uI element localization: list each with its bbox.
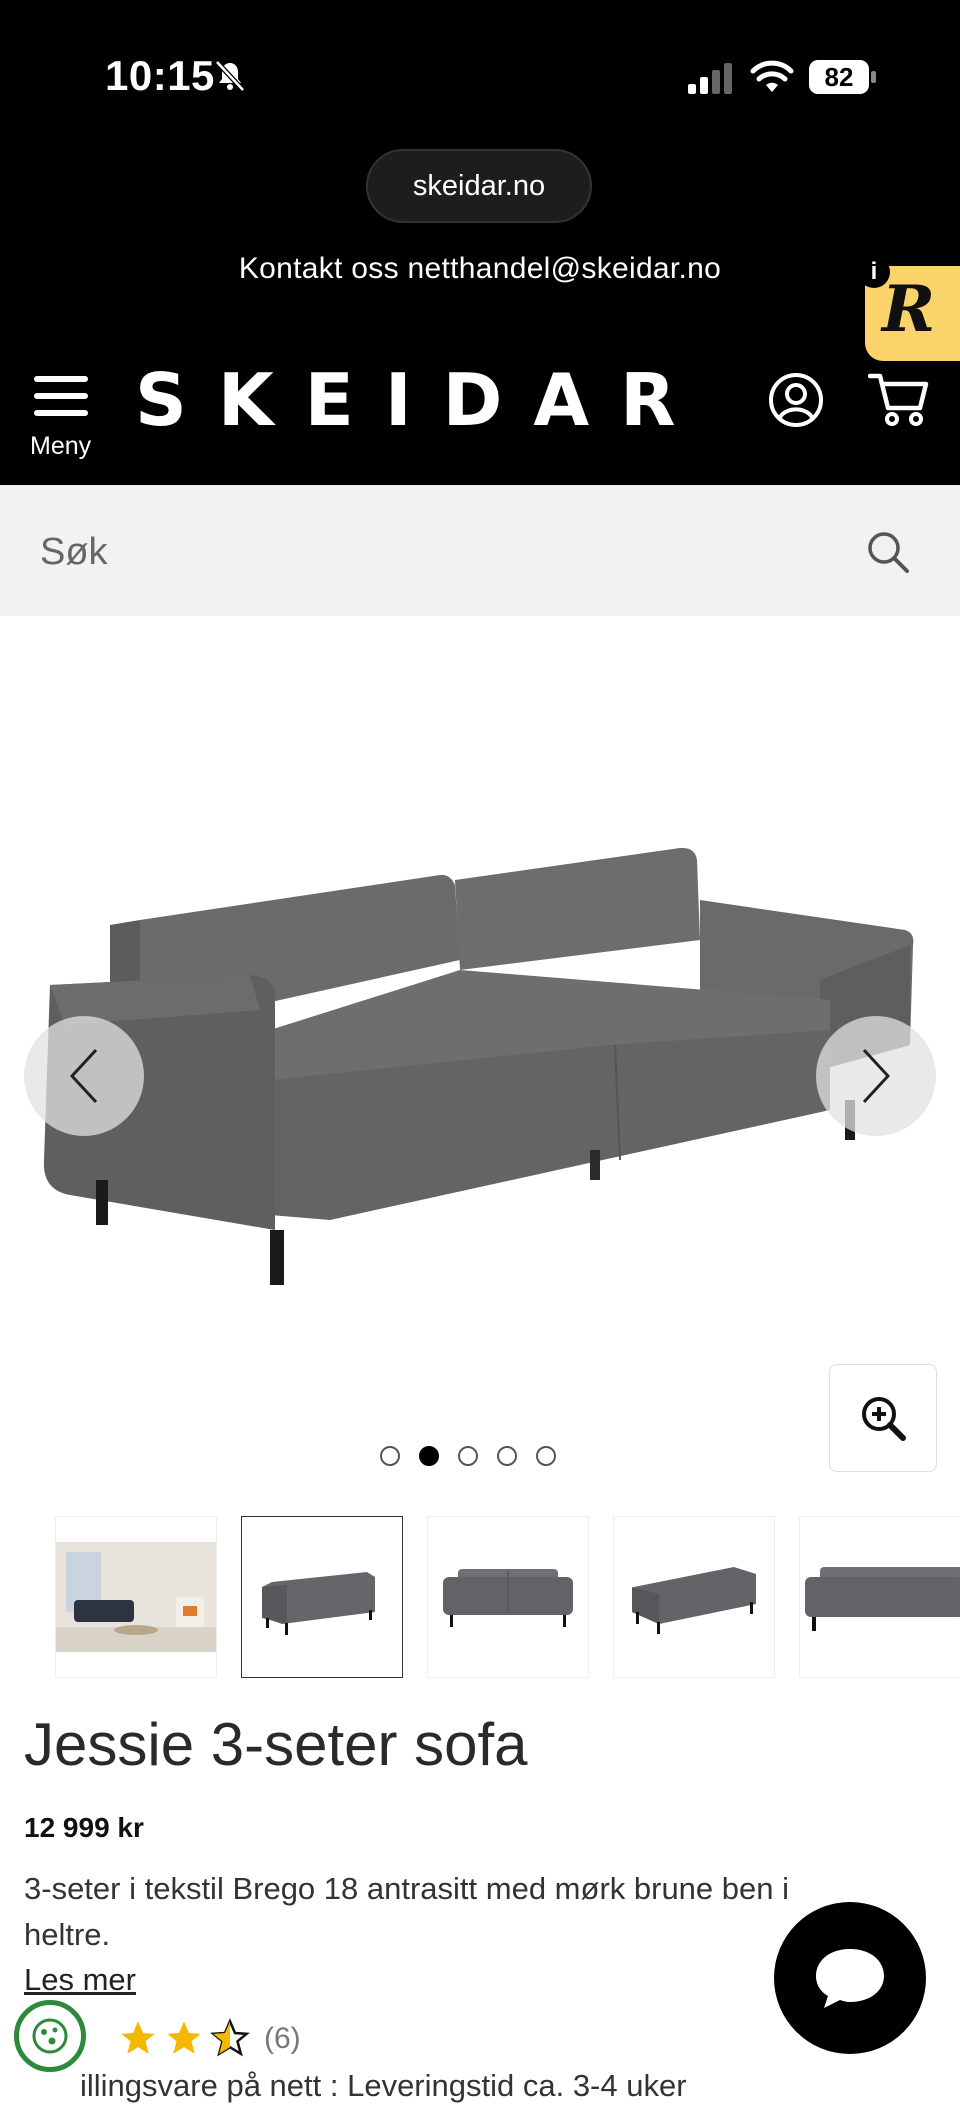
- read-more-link[interactable]: Les mer: [24, 1962, 136, 1998]
- thumbnail-sofa-angle[interactable]: [241, 1516, 403, 1678]
- user-account-icon[interactable]: [768, 372, 824, 428]
- delivery-info: illingsvare på nett : Leveringstid ca. 3…: [80, 2068, 687, 2103]
- product-price: 12 999 kr: [24, 1812, 144, 1843]
- silent-bell-icon: [215, 60, 245, 92]
- carousel-dot[interactable]: [380, 1446, 400, 1466]
- wifi-icon: [750, 60, 794, 92]
- thumbnail-strip: [55, 1516, 960, 1678]
- thumbnail-sofa-side[interactable]: [799, 1516, 960, 1678]
- product-image: [43, 847, 914, 1285]
- url-bar[interactable]: skeidar.no: [366, 149, 592, 223]
- room-photo-image: [56, 1542, 216, 1652]
- cellular-signal-icon: [688, 63, 732, 94]
- product-description: 3-seter i tekstil Brego 18 antrasitt med…: [24, 1871, 789, 1952]
- site-logo[interactable]: SKEIDAR: [135, 358, 707, 442]
- chat-bubble-icon: [816, 1949, 884, 2008]
- status-time: 10:15: [105, 52, 215, 99]
- sofa-angle-image: [262, 1572, 375, 1635]
- menu-label[interactable]: Meny: [30, 432, 91, 461]
- thumbnail-room-photo[interactable]: [55, 1516, 217, 1678]
- search-input[interactable]: [38, 515, 842, 589]
- sustainability-badge[interactable]: [14, 2000, 86, 2072]
- carousel-dot[interactable]: [536, 1446, 556, 1466]
- carousel-dots: [380, 1446, 556, 1466]
- next-image-button[interactable]: [816, 1016, 936, 1136]
- battery-level: 82: [824, 61, 854, 92]
- shopping-cart-icon[interactable]: [868, 370, 930, 428]
- hamburger-menu-icon[interactable]: [34, 372, 88, 420]
- carousel-dot[interactable]: [458, 1446, 478, 1466]
- search-icon[interactable]: [866, 530, 910, 574]
- zoom-button[interactable]: [829, 1364, 937, 1472]
- star-icon-full: [121, 2021, 155, 2054]
- info-icon[interactable]: i: [858, 256, 890, 288]
- star-icon-full: [167, 2021, 201, 2054]
- reviews-badge-letter: R: [882, 272, 936, 347]
- review-count[interactable]: (6): [264, 2022, 301, 2056]
- carousel-dot-active[interactable]: [419, 1446, 439, 1466]
- chevron-left-icon: [69, 1048, 98, 1104]
- star-icon-half: [210, 2018, 250, 2057]
- sofa-front-image: [443, 1569, 573, 1627]
- contact-banner[interactable]: Kontakt oss netthandel@skeidar.no: [0, 252, 960, 286]
- sofa-side-image: [805, 1567, 960, 1631]
- chevron-right-icon: [862, 1048, 891, 1104]
- zoom-in-icon: [862, 1397, 906, 1441]
- previous-image-button[interactable]: [24, 1016, 144, 1136]
- thumbnail-sofa-back[interactable]: [613, 1516, 775, 1678]
- product-title: Jessie 3-seter sofa: [24, 1711, 528, 1778]
- battery-indicator: 82: [808, 58, 878, 96]
- sofa-back-image: [632, 1567, 756, 1634]
- thumbnail-sofa-front[interactable]: [427, 1516, 589, 1678]
- recycle-icon: [32, 2018, 68, 2054]
- carousel-dot[interactable]: [497, 1446, 517, 1466]
- rating-stars[interactable]: [118, 2018, 250, 2058]
- chat-button[interactable]: [774, 1902, 926, 2054]
